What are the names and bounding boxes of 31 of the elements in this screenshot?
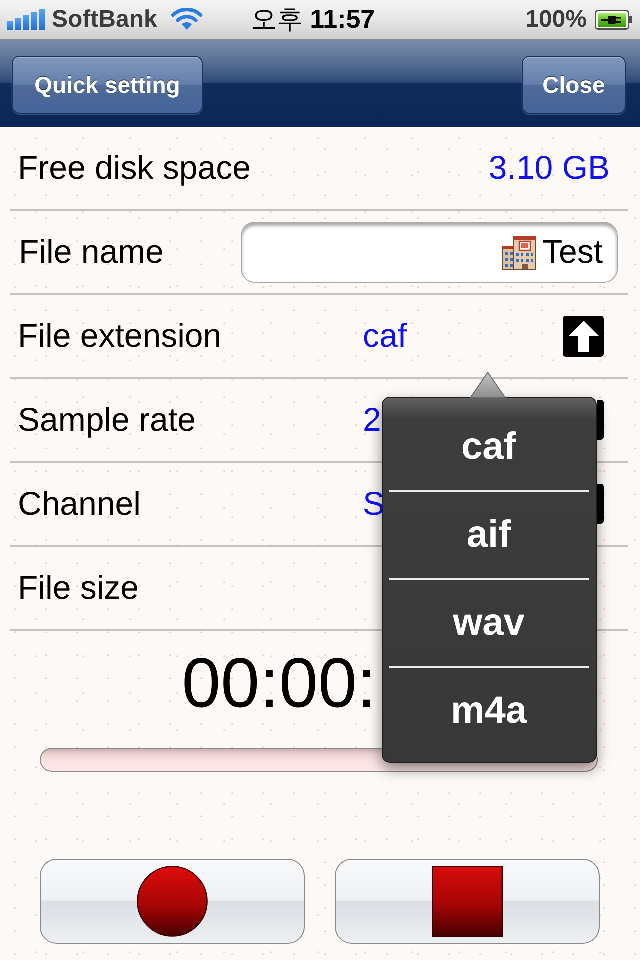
menu-option[interactable]: aif: [389, 492, 589, 578]
stop-button[interactable]: [335, 859, 600, 944]
up-arrow-icon: [568, 320, 598, 352]
popover-pointer: [470, 372, 506, 398]
battery-charging-icon: [595, 10, 633, 30]
carrier-name: SoftBank: [52, 6, 158, 34]
building-icon: [502, 234, 538, 270]
row-label: Channel: [18, 485, 142, 523]
menu-option[interactable]: caf: [389, 404, 589, 490]
close-button[interactable]: Close: [522, 56, 626, 114]
menu-option[interactable]: m4a: [389, 668, 589, 754]
stop-icon: [432, 866, 503, 937]
value-text: 2: [363, 401, 382, 439]
signal-bars-icon: [7, 9, 45, 30]
quick-setting-button[interactable]: Quick setting: [12, 56, 203, 114]
menu-option[interactable]: wav: [389, 580, 589, 666]
row-label: Free disk space: [18, 149, 252, 187]
file-name-field[interactable]: Test: [241, 222, 618, 282]
collapse-button[interactable]: [563, 316, 604, 356]
battery-percent: 100%: [526, 6, 587, 34]
timer-text: 00:00:: [182, 648, 377, 718]
record-icon: [137, 866, 208, 937]
value-text: 3.10 GB: [488, 149, 610, 187]
row-label: Sample rate: [18, 401, 197, 439]
wifi-icon: [171, 8, 204, 31]
row-label: File name: [19, 233, 165, 271]
clock-time: 오후 11:57: [250, 3, 376, 36]
value-text: caf: [363, 317, 408, 355]
row-label: File size: [18, 569, 140, 607]
row-label: File extension: [18, 317, 223, 355]
record-button[interactable]: [40, 859, 305, 944]
